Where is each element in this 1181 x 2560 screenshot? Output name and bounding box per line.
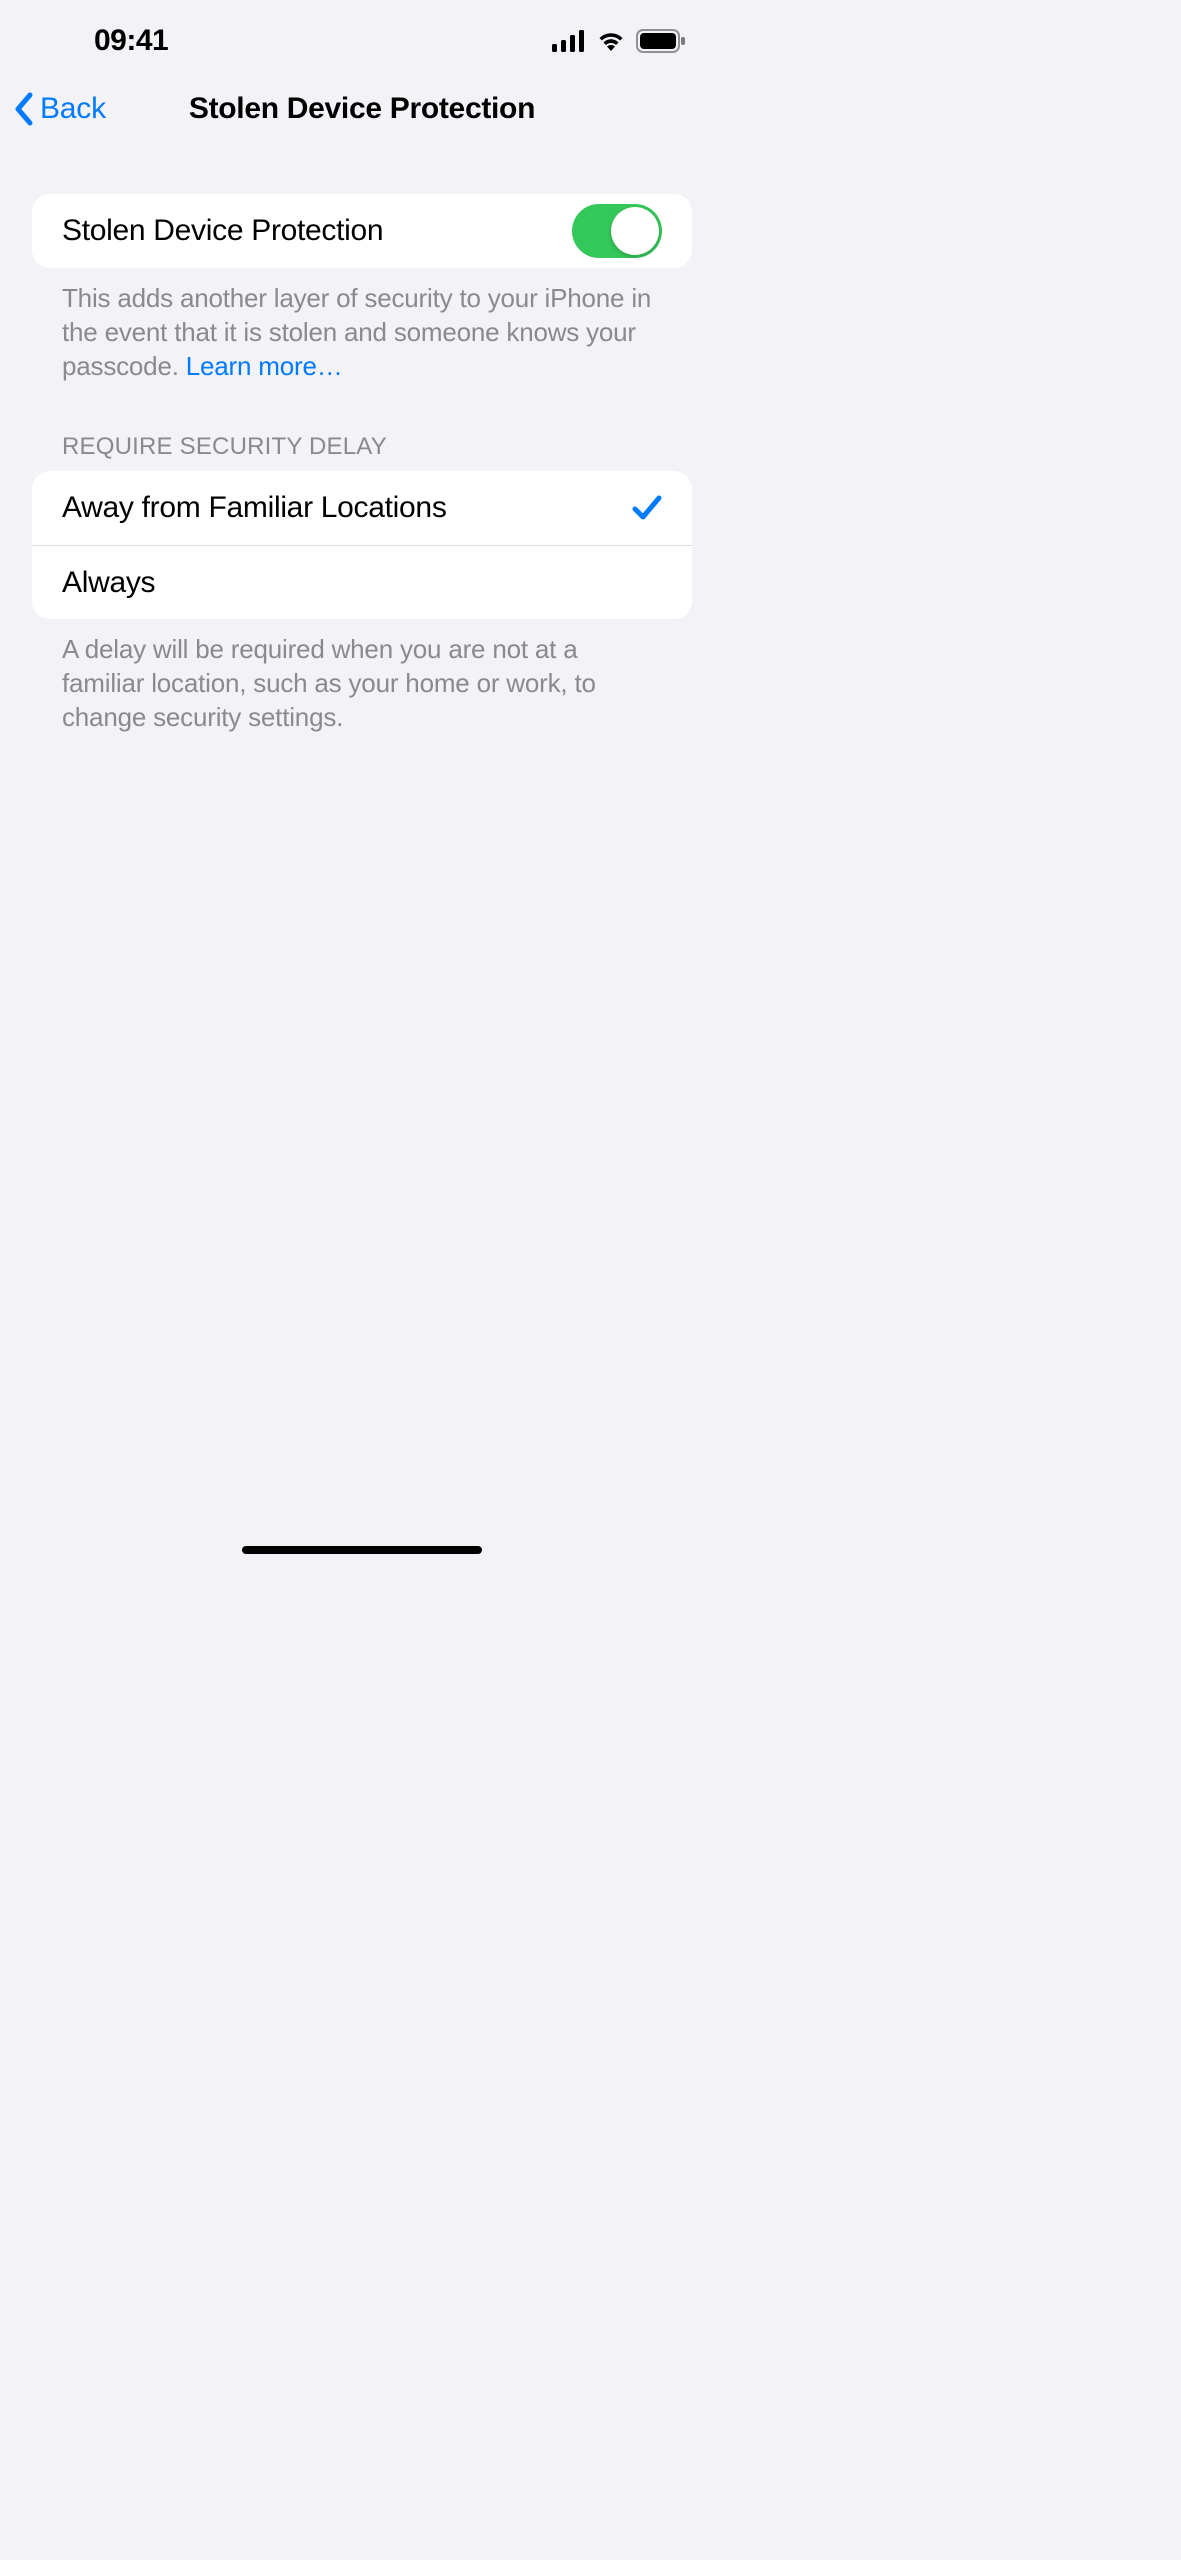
security-delay-group: Away from Familiar Locations Always <box>32 471 692 619</box>
protection-description: This adds another layer of security to y… <box>32 268 692 383</box>
cellular-signal-icon <box>552 30 586 52</box>
checkmark-icon <box>632 494 662 522</box>
back-button[interactable]: Back <box>12 91 106 127</box>
option-label: Always <box>62 566 155 600</box>
learn-more-link[interactable]: Learn more… <box>186 351 343 381</box>
option-away-from-familiar-locations[interactable]: Away from Familiar Locations <box>32 471 692 545</box>
protection-description-text: This adds another layer of security to y… <box>62 283 651 381</box>
battery-icon <box>636 29 686 53</box>
status-time: 09:41 <box>94 24 168 58</box>
home-indicator[interactable] <box>242 1546 482 1554</box>
wifi-icon <box>596 30 626 52</box>
security-delay-header: REQUIRE SECURITY DELAY <box>32 383 692 471</box>
security-delay-description: A delay will be required when you are no… <box>32 619 692 734</box>
back-button-label: Back <box>40 92 106 126</box>
navigation-bar: Back Stolen Device Protection <box>0 70 724 148</box>
protection-toggle-label: Stolen Device Protection <box>62 214 383 248</box>
option-always[interactable]: Always <box>32 545 692 619</box>
chevron-left-icon <box>12 91 36 127</box>
protection-toggle-row[interactable]: Stolen Device Protection <box>32 194 692 268</box>
option-label: Away from Familiar Locations <box>62 491 447 525</box>
protection-toggle-group: Stolen Device Protection <box>32 194 692 268</box>
status-bar: 09:41 <box>0 0 724 70</box>
status-icons <box>552 29 686 53</box>
protection-toggle-switch[interactable] <box>572 204 662 258</box>
page-title: Stolen Device Protection <box>0 92 724 126</box>
